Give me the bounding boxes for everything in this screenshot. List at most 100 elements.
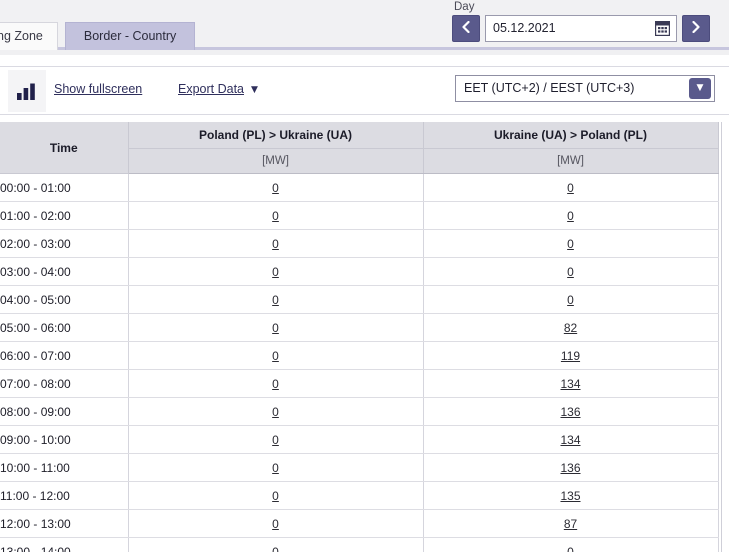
value-link[interactable]: 134 <box>560 377 580 391</box>
value-link[interactable]: 0 <box>272 545 279 552</box>
cell-value-pl-to-ua: 0 <box>128 229 424 258</box>
column-unit-pl-to-ua: [MW] <box>128 148 424 174</box>
chart-view-button[interactable] <box>8 70 46 112</box>
cell-value-ua-to-pl: 87 <box>423 509 719 538</box>
timezone-select-value: EET (UTC+2) / EEST (UTC+3) <box>464 81 635 95</box>
cell-value-ua-to-pl: 136 <box>423 453 719 482</box>
value-link[interactable]: 134 <box>560 433 580 447</box>
value-link[interactable]: 136 <box>560 405 580 419</box>
value-link[interactable]: 119 <box>561 349 580 363</box>
cell-value-ua-to-pl: 0 <box>423 173 719 202</box>
column-header-time: Time <box>0 122 129 174</box>
transmission-data-table: Time Poland (PL) > Ukraine (UA) Ukraine … <box>0 122 719 552</box>
tab-border-country[interactable]: Border - Country <box>64 22 196 50</box>
cell-time: 07:00 - 08:00 <box>0 369 129 398</box>
value-link[interactable]: 0 <box>272 265 279 279</box>
cell-value-pl-to-ua: 0 <box>128 201 424 230</box>
cell-value-ua-to-pl: 82 <box>423 313 719 342</box>
value-link[interactable]: 0 <box>272 405 279 419</box>
timezone-select[interactable]: EET (UTC+2) / EEST (UTC+3) ▼ <box>455 75 715 102</box>
calendar-icon[interactable] <box>654 20 671 37</box>
tab-bidding-zone[interactable]: ng Zone <box>0 22 58 50</box>
cell-time: 03:00 - 04:00 <box>0 257 129 286</box>
cell-time: 02:00 - 03:00 <box>0 229 129 258</box>
value-link[interactable]: 0 <box>272 181 279 195</box>
cell-value-pl-to-ua: 0 <box>128 369 424 398</box>
table-row: 04:00 - 05:00 0 0 <box>0 285 719 314</box>
value-link[interactable]: 0 <box>272 349 279 363</box>
next-day-button[interactable] <box>682 15 710 42</box>
chevron-down-icon[interactable]: ▼ <box>251 85 258 95</box>
table-row: 11:00 - 12:00 0 135 <box>0 481 719 510</box>
cell-time: 01:00 - 02:00 <box>0 201 129 230</box>
table-header-row-titles: Time Poland (PL) > Ukraine (UA) Ukraine … <box>0 122 719 174</box>
value-link[interactable]: 0 <box>567 209 574 223</box>
cell-time: 08:00 - 09:00 <box>0 397 129 426</box>
value-link[interactable]: 0 <box>272 517 279 531</box>
cell-value-ua-to-pl: 134 <box>423 369 719 398</box>
value-link[interactable]: 0 <box>567 545 574 552</box>
cell-value-pl-to-ua: 0 <box>128 341 424 370</box>
value-link[interactable]: 0 <box>272 489 279 503</box>
tab-bidding-zone-label: ng Zone <box>0 29 43 43</box>
column-header-pl-to-ua: Poland (PL) > Ukraine (UA) <box>128 122 424 149</box>
cell-time: 00:00 - 01:00 <box>0 173 129 202</box>
table-head: Time Poland (PL) > Ukraine (UA) Ukraine … <box>0 122 719 174</box>
date-input[interactable]: 05.12.2021 <box>485 15 677 42</box>
table-row: 03:00 - 04:00 0 0 <box>0 257 719 286</box>
tab-border-country-label: Border - Country <box>83 29 177 43</box>
chevron-down-icon[interactable]: ▼ <box>689 78 711 99</box>
table-row: 01:00 - 02:00 0 0 <box>0 201 719 230</box>
cell-value-pl-to-ua: 0 <box>128 537 424 552</box>
previous-day-button[interactable] <box>452 15 480 42</box>
chevron-left-icon <box>462 20 470 34</box>
energy-transmission-page: ng Zone Border - Country Day 05.12.2021 <box>0 0 729 552</box>
value-link[interactable]: 0 <box>272 461 279 475</box>
value-link[interactable]: 0 <box>272 377 279 391</box>
value-link[interactable]: 87 <box>564 517 577 531</box>
value-link[interactable]: 82 <box>564 321 577 335</box>
cell-value-pl-to-ua: 0 <box>128 453 424 482</box>
cell-value-pl-to-ua: 0 <box>128 285 424 314</box>
cell-value-ua-to-pl: 119 <box>423 341 719 370</box>
chevron-right-icon <box>692 20 700 34</box>
cell-time: 09:00 - 10:00 <box>0 425 129 454</box>
cell-time: 12:00 - 13:00 <box>0 509 129 538</box>
cell-value-ua-to-pl: 134 <box>423 425 719 454</box>
show-fullscreen-link[interactable]: Show fullscreen <box>54 82 142 96</box>
cell-time: 10:00 - 11:00 <box>0 453 129 482</box>
cell-value-pl-to-ua: 0 <box>128 425 424 454</box>
value-link[interactable]: 0 <box>272 209 279 223</box>
table-row: 02:00 - 03:00 0 0 <box>0 229 719 258</box>
value-link[interactable]: 0 <box>567 293 574 307</box>
column-header-ua-to-pl: Ukraine (UA) > Poland (PL) <box>423 122 719 149</box>
date-input-value: 05.12.2021 <box>493 21 556 35</box>
cell-value-pl-to-ua: 0 <box>128 481 424 510</box>
value-link[interactable]: 0 <box>567 181 574 195</box>
export-data-link[interactable]: Export Data <box>178 82 244 96</box>
table-row: 10:00 - 11:00 0 136 <box>0 453 719 482</box>
cell-time: 04:00 - 05:00 <box>0 285 129 314</box>
value-link[interactable]: 0 <box>567 265 574 279</box>
table-row: 07:00 - 08:00 0 134 <box>0 369 719 398</box>
cell-time: 13:00 - 14:00 <box>0 537 129 552</box>
value-link[interactable]: 0 <box>567 237 574 251</box>
cell-value-ua-to-pl: 0 <box>423 229 719 258</box>
day-picker: Day 05.12.2021 <box>452 0 728 50</box>
value-link[interactable]: 135 <box>560 489 580 503</box>
table-row: 09:00 - 10:00 0 134 <box>0 425 719 454</box>
cell-value-ua-to-pl: 136 <box>423 397 719 426</box>
value-link[interactable]: 0 <box>272 433 279 447</box>
value-link[interactable]: 0 <box>272 237 279 251</box>
cell-value-ua-to-pl: 135 <box>423 481 719 510</box>
cell-time: 11:00 - 12:00 <box>0 481 129 510</box>
value-link[interactable]: 0 <box>272 321 279 335</box>
table-row: 00:00 - 01:00 0 0 <box>0 173 719 202</box>
cell-value-pl-to-ua: 0 <box>128 313 424 342</box>
table-body: 00:00 - 01:00 0 0 01:00 - 02:00 0 0 02:00 - 03… <box>0 173 719 552</box>
cell-value-pl-to-ua: 0 <box>128 173 424 202</box>
value-link[interactable]: 136 <box>560 461 580 475</box>
data-table-container[interactable]: Time Poland (PL) > Ukraine (UA) Ukraine … <box>0 122 722 552</box>
cell-value-ua-to-pl: 0 <box>423 257 719 286</box>
value-link[interactable]: 0 <box>272 293 279 307</box>
